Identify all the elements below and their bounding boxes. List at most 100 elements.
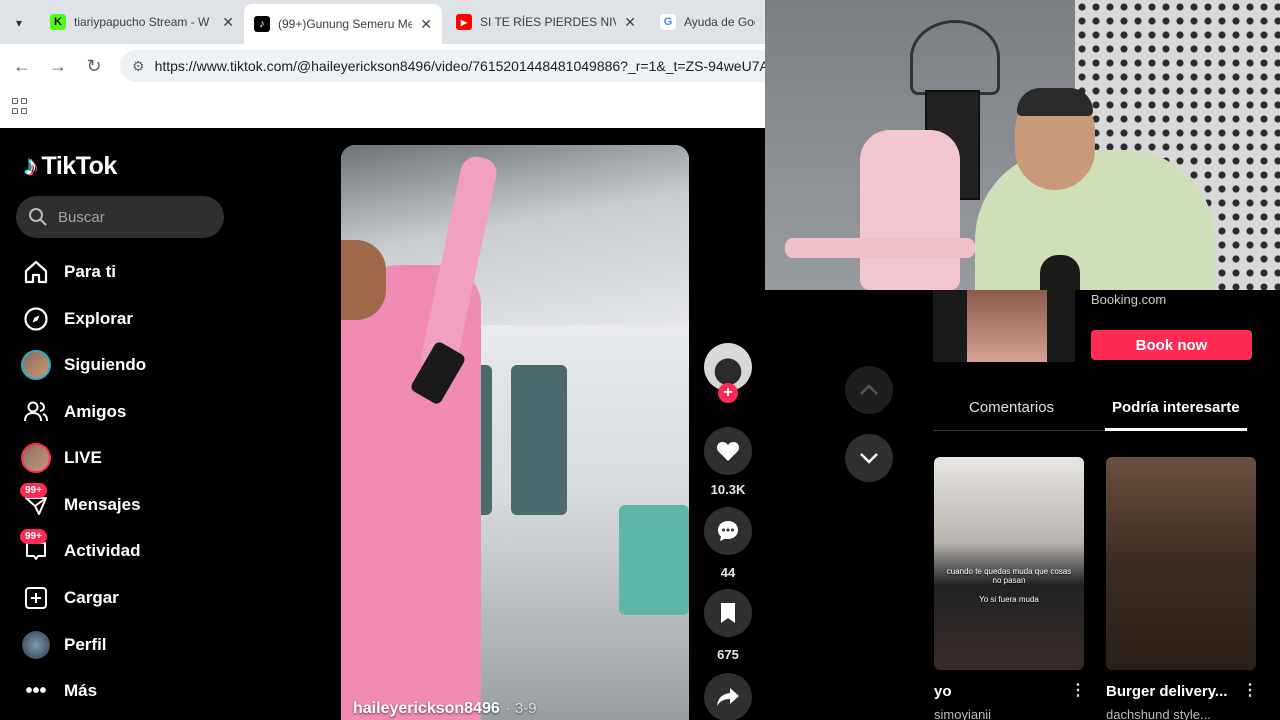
more-options-icon[interactable]: ⋮ [1242,680,1258,700]
sidebar-item-mensajes[interactable]: 99+ Mensajes [20,483,141,525]
tiktok-favicon-icon: ♪ [254,16,270,32]
friends-icon [20,396,52,428]
tab-search-dropdown-icon[interactable]: ▾ [8,12,30,34]
close-tab-icon[interactable]: ✕ [420,16,432,33]
sidebar-item-label: Perfil [64,635,107,654]
webcam-overlay [765,0,1280,290]
sidebar-item-mas[interactable]: ••• Más [20,671,97,711]
recommended-video-title[interactable]: yo [934,683,952,700]
recommended-video-title[interactable]: Burger delivery... [1106,683,1227,700]
inbox-icon: 99+ [20,483,52,521]
video-frame-window [511,365,567,515]
kick-favicon-icon: K [50,14,66,30]
tab-comentarios[interactable]: Comentarios [969,399,1054,416]
video-date: · 3-9 [505,700,537,717]
sidebar-item-label: Más [64,681,98,700]
ad-brand[interactable]: Booking.com [1091,292,1166,307]
video-player[interactable] [341,145,689,720]
home-icon [20,256,52,288]
search-icon [29,208,47,226]
sidebar-item-cargar[interactable]: Cargar [20,578,119,618]
sidebar-item-label: Actividad [64,541,141,560]
next-video-button[interactable] [845,434,893,482]
address-bar[interactable]: ⚙ https://www.tiktok.com/@haileyerickson… [120,50,780,82]
book-now-button[interactable]: Book now [1091,330,1252,360]
recommended-video-user[interactable]: simoyianii [934,707,991,720]
bookmarks-bar [0,88,765,128]
sidebar-item-amigos[interactable]: Amigos [20,392,126,432]
browser-tab-1[interactable]: K tiariypapucho Stream - W ✕ [40,6,244,38]
notification-badge: 99+ [20,483,47,498]
video-frame-head [341,240,386,320]
close-tab-icon[interactable]: ✕ [624,14,636,31]
tab-title: (99+)Gunung Semeru Me [278,17,413,31]
comment-count: 44 [720,565,736,580]
browser-tab-bar: ▾ K tiariypapucho Stream - W ✕ ♪ (99+)Gu… [0,0,765,44]
comment-button[interactable] [704,507,752,555]
sidebar-item-actividad[interactable]: 99+ Actividad [20,529,141,571]
thumbnail-caption: cuando te quedas muda que cosas no pasan [946,567,1072,585]
bookmark-icon [721,603,735,623]
apps-grid-icon[interactable] [12,98,28,114]
wall-sign-logo [910,20,1000,95]
share-icon [717,688,739,706]
video-author[interactable]: haileyerickson8496 · 3-9 [353,700,537,718]
back-arrow-icon[interactable]: ← [10,54,34,78]
active-tab-indicator [1105,428,1247,431]
following-avatar-icon [20,349,52,381]
browser-tab-2[interactable]: ♪ (99+)Gunung Semeru Me ✕ [244,4,442,44]
browser-tab-3[interactable]: ▶ SI TE RÍES PIERDES NIVEL ✕ [446,6,646,38]
sidebar-item-live[interactable]: LIVE [20,438,102,478]
tab-title: Ayuda de Goog [684,15,755,29]
close-tab-icon[interactable]: ✕ [222,14,234,31]
previous-video-button[interactable] [845,366,893,414]
recommended-video-thumbnail[interactable] [1106,457,1256,670]
sidebar-item-label: LIVE [64,448,102,467]
heart-icon [716,442,740,461]
sidebar-item-perfil[interactable]: Perfil [20,625,107,665]
url-text: https://www.tiktok.com/@haileyerickson84… [154,58,769,74]
chevron-down-icon [860,453,878,464]
video-frame-seat [619,505,689,615]
upload-icon [20,582,52,614]
chevron-up-icon [860,384,878,395]
google-favicon-icon: G [660,14,676,30]
save-count: 675 [717,647,739,662]
activity-icon: 99+ [20,529,52,567]
gaming-chair [860,130,960,290]
browser-tab-4[interactable]: G Ayuda de Goog [650,6,765,38]
search-box[interactable] [16,196,224,238]
recommended-video-user[interactable]: dachshund style... [1106,707,1211,720]
site-settings-icon[interactable]: ⚙ [132,58,145,75]
tiktok-logo[interactable]: ♪ TikTok [24,150,117,182]
reload-icon[interactable]: ↻ [82,54,106,78]
logo-text: TikTok [41,151,118,180]
ad-image[interactable] [933,290,1075,362]
microphone [1040,255,1080,290]
sidebar-item-siguiendo[interactable]: Siguiendo [20,345,146,385]
forward-arrow-icon[interactable]: → [46,54,70,78]
more-options-icon[interactable]: ⋮ [1070,680,1086,700]
search-input[interactable] [58,208,208,226]
sidebar-item-label: Amigos [64,402,127,421]
save-button[interactable] [704,589,752,637]
like-button[interactable] [704,427,752,475]
share-button[interactable] [704,673,752,720]
like-count: 10.3K [710,482,746,497]
more-dots-icon: ••• [25,679,47,702]
sidebar-item-label: Para ti [64,262,116,281]
tiktok-note-icon: ♪ [24,150,38,181]
video-username[interactable]: haileyerickson8496 [353,700,500,717]
comment-icon [718,521,738,541]
tab-title: SI TE RÍES PIERDES NIVEL [480,15,616,29]
sidebar-item-label: Mensajes [64,495,141,514]
follow-plus-icon[interactable]: + [718,383,738,403]
tab-podria-interesarte[interactable]: Podría interesarte [1112,399,1240,416]
sidebar-item-label: Cargar [64,588,119,607]
browser-toolbar: ← → ↻ ⚙ https://www.tiktok.com/@haileyer… [0,44,780,88]
youtube-favicon-icon: ▶ [456,14,472,30]
sidebar-item-para-ti[interactable]: Para ti [20,252,116,292]
sidebar-item-explorar[interactable]: Explorar [20,299,133,339]
sidebar-item-label: Siguiendo [64,355,147,374]
recommended-video-thumbnail[interactable]: cuando te quedas muda que cosas no pasan… [934,457,1084,670]
